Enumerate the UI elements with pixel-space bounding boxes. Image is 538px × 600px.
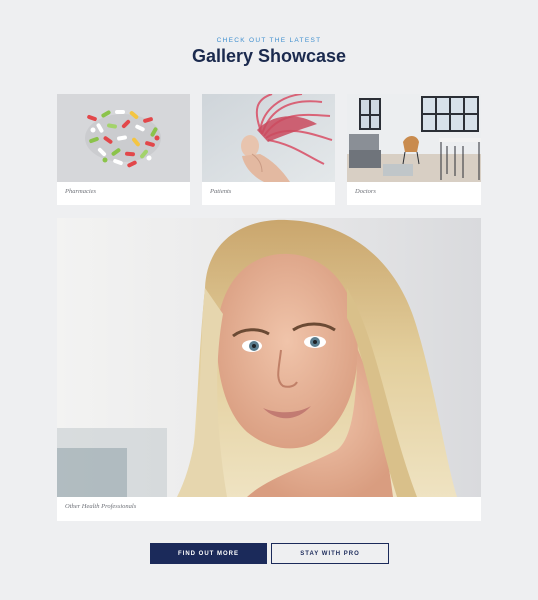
page-title: Gallery Showcase xyxy=(191,46,347,66)
gallery-caption: Other Health Professionals xyxy=(65,503,137,510)
stay-with-pro-button[interactable]: STAY WITH PRO xyxy=(271,543,389,564)
gallery-card-doctors[interactable]: Doctors xyxy=(347,94,481,205)
gallery-caption: Pharmacies xyxy=(65,188,97,195)
find-out-more-button[interactable]: FIND OUT MORE xyxy=(150,543,267,564)
gallery-caption: Patients xyxy=(210,188,232,195)
section-eyebrow: CHECK OUT THE LATEST xyxy=(216,37,322,44)
pills-image xyxy=(57,94,190,182)
patient-hair-image xyxy=(202,94,335,182)
office-interior-image xyxy=(347,94,481,182)
gallery-caption: Doctors xyxy=(355,188,376,195)
portrait-image xyxy=(57,218,481,497)
gallery-card-other-health-professionals[interactable]: Other Health Professionals xyxy=(57,218,481,521)
gallery-card-patients[interactable]: Patients xyxy=(202,94,335,205)
gallery-card-pharmacies[interactable]: Pharmacies xyxy=(57,94,190,205)
